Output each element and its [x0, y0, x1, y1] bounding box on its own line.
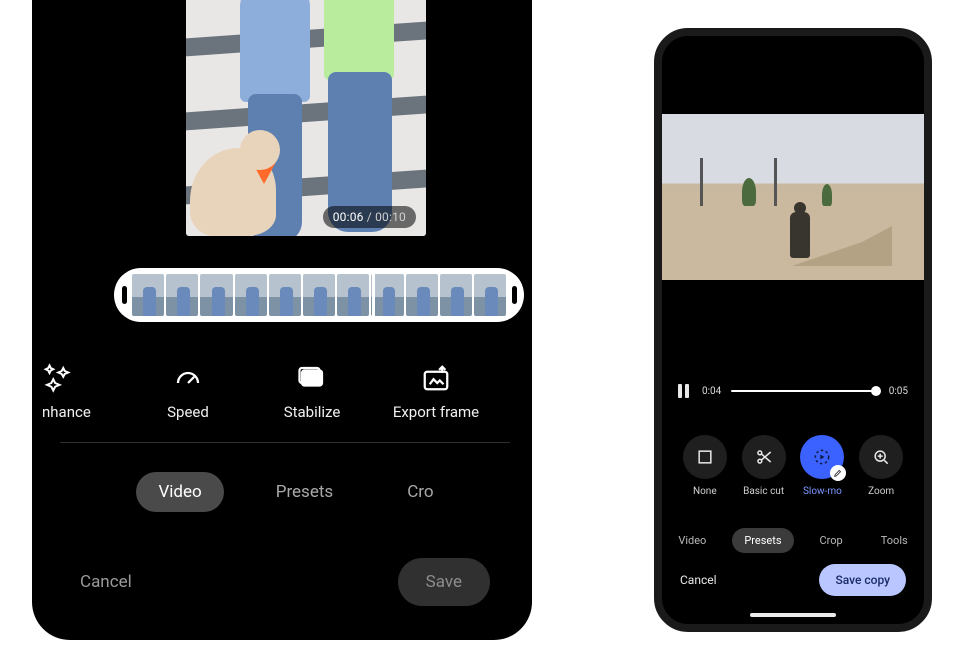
filmstrip-thumb [166, 274, 198, 316]
tab-crop-r[interactable]: Crop [808, 528, 855, 553]
pause-icon[interactable] [678, 384, 692, 398]
sparkle-icon [42, 363, 72, 393]
preset-zoom-label: Zoom [868, 486, 894, 497]
progress-row: 0:04 0:05 [678, 380, 908, 402]
video-preview-left[interactable]: 00:06 / 00:10 [186, 0, 426, 236]
home-indicator [750, 613, 836, 617]
preset-none[interactable]: None [683, 435, 727, 497]
filmstrip-thumb [269, 274, 301, 316]
filmstrip-thumb [371, 274, 403, 316]
scissors-icon [742, 435, 786, 479]
tab-presets-r[interactable]: Presets [732, 528, 793, 553]
filmstrip-thumb [440, 274, 472, 316]
tab-tools-r[interactable]: Tools [869, 528, 920, 553]
trim-handle-left[interactable] [116, 275, 132, 315]
stabilize-tool[interactable]: Stabilize [250, 363, 374, 421]
time-sep: / [364, 210, 376, 224]
tab-video-r[interactable]: Video [666, 528, 718, 553]
speed-label: Speed [167, 403, 209, 421]
trim-handle-right[interactable] [506, 275, 522, 315]
save-button[interactable]: Save [398, 558, 490, 606]
stabilize-icon [297, 363, 327, 393]
person-2 [310, 0, 406, 236]
time-total: 00:10 [375, 210, 406, 224]
tab-video[interactable]: Video [136, 472, 223, 512]
time-total-right: 0:05 [889, 386, 908, 397]
filmstrip-thumb [200, 274, 232, 316]
cancel-button[interactable]: Cancel [80, 572, 132, 592]
tab-presets[interactable]: Presets [254, 472, 355, 512]
progress-track[interactable] [731, 390, 878, 392]
preset-basic-cut[interactable]: Basic cut [742, 435, 786, 497]
zoom-icon [859, 435, 903, 479]
speed-tool[interactable]: Speed [126, 363, 250, 421]
skater [790, 212, 810, 258]
edit-badge [830, 465, 846, 481]
bottom-actions-left: Cancel Save [32, 554, 532, 610]
divider [60, 442, 510, 443]
tab-crop[interactable]: Cro [385, 472, 455, 512]
export-frame-label: Export frame [393, 403, 479, 421]
stage: 00:06 / 00:10 nhance [0, 0, 980, 656]
video-preview-right[interactable] [662, 114, 924, 280]
filmstrip-thumb [406, 274, 438, 316]
none-icon [683, 435, 727, 479]
export-frame-tool[interactable]: Export frame [374, 363, 498, 421]
enhance-tool[interactable]: nhance [36, 363, 126, 421]
preset-basic-cut-label: Basic cut [743, 486, 784, 497]
filmstrip-thumb [474, 274, 506, 316]
filmstrip-thumb [132, 274, 164, 316]
export-frame-icon [421, 363, 451, 393]
save-copy-button[interactable]: Save copy [819, 564, 906, 596]
tool-row-left: nhance Speed Stabilize Export frame [32, 352, 532, 432]
phone-left: 00:06 / 00:10 nhance [32, 0, 532, 640]
time-pill: 00:06 / 00:10 [323, 206, 416, 228]
category-tabs-right: Video Presets Crop Tools [662, 522, 924, 558]
speedometer-icon [173, 363, 203, 393]
slow-mo-icon [800, 435, 844, 479]
preset-none-label: None [693, 486, 717, 497]
filmstrip-thumb [303, 274, 335, 316]
time-current-right: 0:04 [702, 386, 721, 397]
preset-row: None Basic cut Slow-mo [662, 420, 924, 512]
preset-slow-mo[interactable]: Slow-mo [800, 435, 844, 497]
stabilize-label: Stabilize [284, 403, 341, 421]
cancel-button-r[interactable]: Cancel [680, 573, 717, 587]
preset-zoom[interactable]: Zoom [859, 435, 903, 497]
bottom-actions-right: Cancel Save copy [662, 560, 924, 600]
category-tabs-left: Video Presets Cro [32, 464, 532, 520]
filmstrip-thumb [235, 274, 267, 316]
preset-slow-mo-label: Slow-mo [803, 486, 842, 497]
enhance-label: nhance [42, 403, 91, 421]
filmstrip-thumb [337, 274, 369, 316]
time-current: 00:06 [333, 210, 364, 224]
playhead[interactable] [372, 268, 375, 322]
progress-knob[interactable] [871, 386, 881, 396]
phone-right: 0:04 0:05 None Basic cut [654, 28, 932, 632]
filmstrip[interactable] [114, 268, 524, 322]
